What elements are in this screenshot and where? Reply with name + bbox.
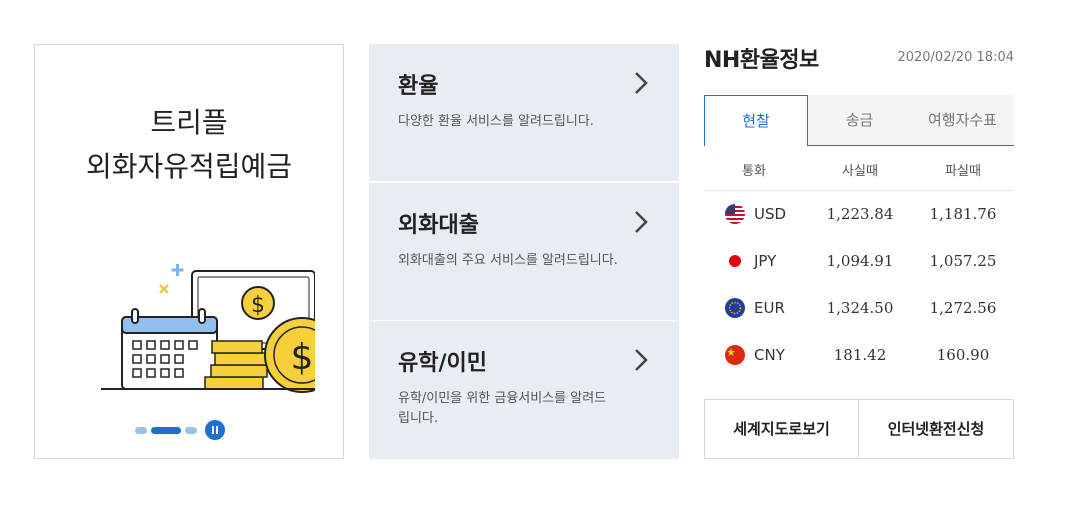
sell-rate: 160.90 [936,346,990,364]
coin-stack-icon [204,340,268,390]
service-exchange-rate[interactable]: 환율 다양한 환율 서비스를 알려드립니다. [369,44,679,181]
fx-info-panel: NH환율정보 2020/02/20 18:04 현찰 송금 여행자수표 통화 사… [704,40,1014,460]
chevron-right-icon [635,349,648,371]
col-sell: 파실때 [945,164,981,179]
service-title: 외화대출 [398,213,479,238]
buy-rate: 1,094.91 [826,252,894,270]
chevron-right-icon [635,72,648,94]
service-study-abroad[interactable]: 유학/이민 유학/이민을 위한 금융서비스를 알려드립니다. [369,321,679,459]
fx-rows: USD 1,223.84 1,181.76 JPY 1,094.91 1,057… [704,192,1014,380]
eu-flag-icon [725,298,745,318]
buy-rate: 1,324.50 [826,299,894,317]
fx-tabs: 현찰 송금 여행자수표 [704,95,1014,146]
fx-links: 세계지도로보기 인터넷환전신청 [704,399,1014,459]
service-desc: 유학/이민을 위한 금융서비스를 알려드립니다. [398,391,607,426]
fx-title: NH환율정보 [704,48,819,73]
service-foreign-loan[interactable]: 외화대출 외화대출의 주요 서비스를 알려드립니다. [369,183,679,320]
service-list: 환율 다양한 환율 서비스를 알려드립니다. 외화대출 외화대출의 주요 서비스… [369,44,679,459]
tab-cash[interactable]: 현찰 [704,95,808,146]
currency-code: JPY [754,252,777,270]
service-title: 유학/이민 [398,351,487,376]
fx-datetime: 2020/02/20 18:04 [897,50,1014,65]
carousel-dot-3[interactable] [185,427,197,434]
chevron-right-icon [635,211,648,233]
service-desc: 외화대출의 주요 서비스를 알려드립니다. [398,253,618,268]
svg-text:$: $ [291,337,314,378]
service-desc: 다양한 환율 서비스를 알려드립니다. [398,114,594,129]
fx-row-cny: CNY 181.42 160.90 [704,333,1014,380]
buy-rate: 181.42 [833,346,887,364]
sell-rate: 1,057.25 [929,252,997,270]
col-buy: 사실때 [842,164,878,179]
currency-code: USD [754,205,787,223]
fx-column-headers: 통화 사실때 파실때 [704,147,1014,191]
carousel-dot-2-active[interactable] [151,427,181,434]
jp-flag-icon [725,251,745,271]
fx-row-jpy: JPY 1,094.91 1,057.25 [704,239,1014,286]
us-flag-icon [725,204,745,224]
buy-rate: 1,223.84 [826,205,894,223]
online-exchange-button[interactable]: 인터넷환전신청 [859,400,1013,458]
fx-row-eur: EUR 1,324.50 1,272.56 [704,286,1014,333]
savings-illustration: $ $ [101,264,315,393]
sell-rate: 1,272.56 [929,299,997,317]
promo-title-line2: 외화자유적립예금 [85,150,293,183]
tab-travelers-check[interactable]: 여행자수표 [911,95,1014,146]
svg-text:$: $ [251,293,265,318]
col-currency: 통화 [742,164,766,179]
sparkle-x-icon [159,284,169,294]
promo-banner[interactable]: 트리플 외화자유적립예금 $ $ [34,44,344,459]
carousel-dot-1[interactable] [135,427,147,434]
sell-rate: 1,181.76 [929,205,997,223]
fx-header: NH환율정보 2020/02/20 18:04 [704,40,1014,74]
promo-title: 트리플 외화자유적립예금 [35,101,343,189]
carousel-indicator [135,420,245,440]
tab-remittance[interactable]: 송금 [808,95,911,146]
currency-code: EUR [754,299,785,317]
fx-row-usd: USD 1,223.84 1,181.76 [704,192,1014,239]
sparkle-plus-icon [171,264,184,276]
cn-flag-icon [725,345,745,365]
promo-title-line1: 트리플 [150,106,228,139]
world-map-button[interactable]: 세계지도로보기 [705,400,859,458]
currency-code: CNY [754,346,785,364]
service-title: 환율 [398,74,439,99]
carousel-pause-button[interactable] [205,420,225,440]
